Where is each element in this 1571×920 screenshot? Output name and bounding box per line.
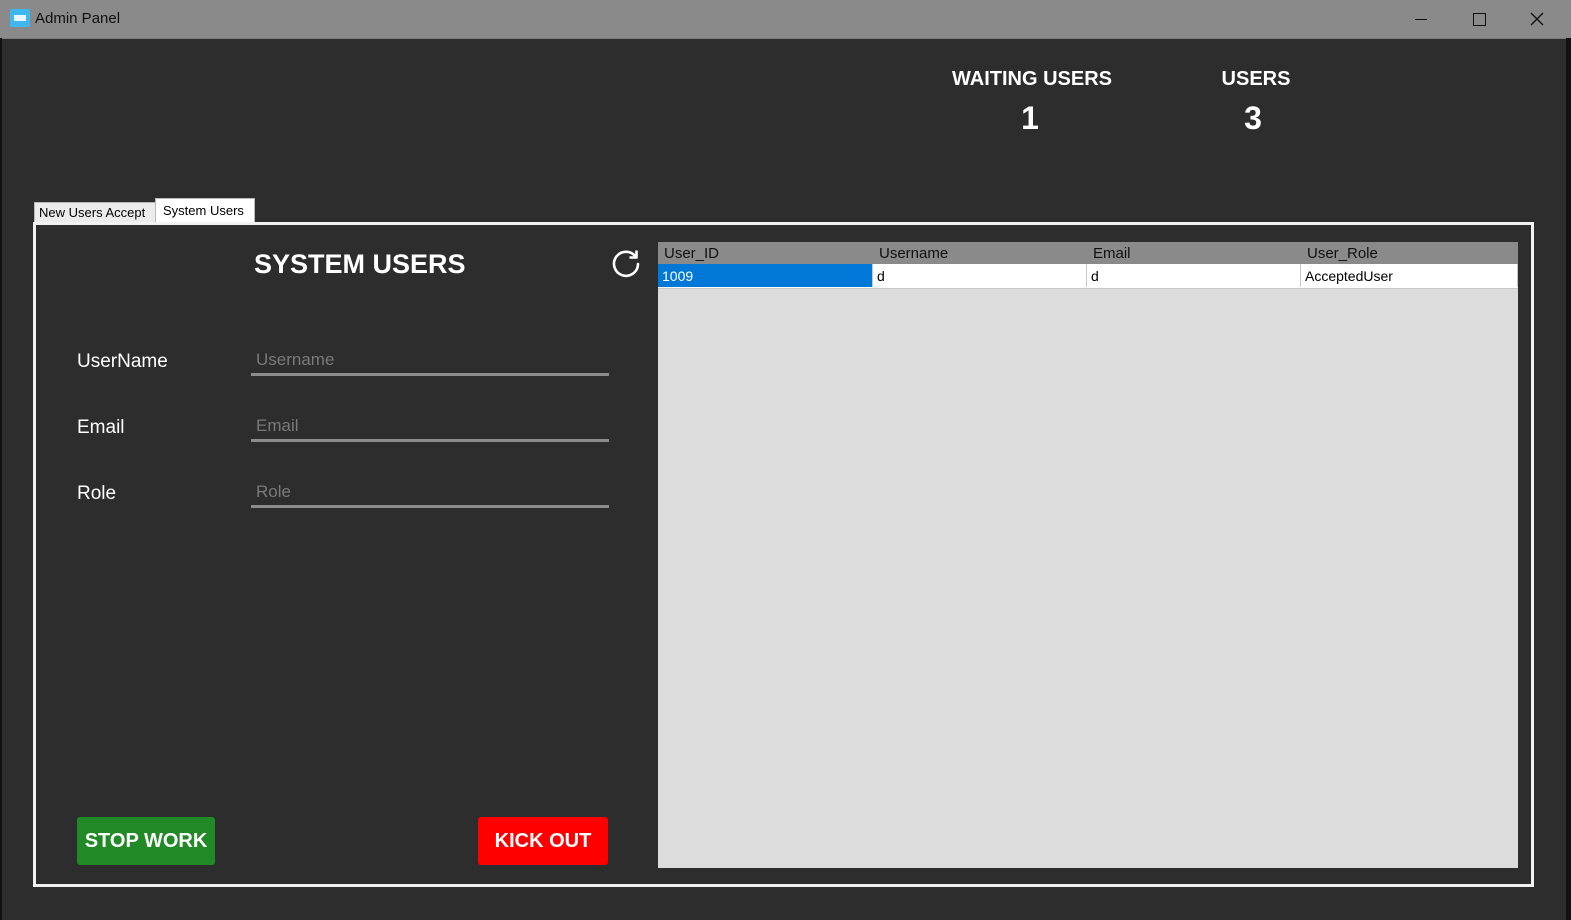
cell-user-role[interactable]: AcceptedUser <box>1301 264 1518 287</box>
cell-user-id[interactable]: 1009 <box>658 264 873 287</box>
cell-username[interactable]: d <box>873 264 1087 287</box>
stop-work-button[interactable]: STOP WORK <box>77 817 215 865</box>
users-count: 3 <box>1244 100 1262 136</box>
close-icon <box>1530 12 1544 26</box>
column-header-email[interactable]: Email <box>1087 242 1301 264</box>
table-row[interactable]: 1009 d d AcceptedUser <box>658 264 1518 289</box>
close-button[interactable] <box>1508 0 1566 38</box>
email-input[interactable] <box>251 413 609 442</box>
maximize-button[interactable] <box>1450 0 1508 38</box>
refresh-icon[interactable] <box>609 247 643 281</box>
column-header-user-id[interactable]: User_ID <box>658 242 873 264</box>
username-input[interactable] <box>251 347 609 376</box>
title-bar: Admin Panel <box>0 0 1571 39</box>
users-grid[interactable]: User_ID Username Email User_Role 1009 d … <box>658 242 1518 868</box>
system-users-panel: SYSTEM USERS UserName Email Role STOP WO… <box>33 222 1534 887</box>
tab-new-users-accept[interactable]: New Users Accept <box>34 202 156 223</box>
role-label: Role <box>77 483 117 504</box>
column-header-user-role[interactable]: User_Role <box>1301 242 1518 264</box>
column-header-username[interactable]: Username <box>873 242 1087 264</box>
role-input[interactable] <box>251 479 609 508</box>
minimize-button[interactable] <box>1392 0 1450 38</box>
kick-out-button[interactable]: KICK OUT <box>478 817 608 865</box>
window-border-left <box>0 38 2 920</box>
grid-header: User_ID Username Email User_Role <box>658 242 1518 264</box>
users-label: USERS <box>1221 68 1291 90</box>
section-title: SYSTEM USERS <box>254 249 466 279</box>
app-window-icon <box>10 9 30 27</box>
window-title: Admin Panel <box>35 10 121 27</box>
minimize-icon <box>1415 18 1427 20</box>
maximize-icon <box>1472 12 1486 26</box>
window-border-right <box>1566 38 1571 920</box>
cell-email[interactable]: d <box>1087 264 1301 287</box>
email-label: Email <box>77 417 125 438</box>
waiting-users-label: WAITING USERS <box>951 68 1112 90</box>
waiting-users-count: 1 <box>1021 100 1039 136</box>
username-label: UserName <box>77 351 168 372</box>
tab-system-users[interactable]: System Users <box>155 198 255 224</box>
